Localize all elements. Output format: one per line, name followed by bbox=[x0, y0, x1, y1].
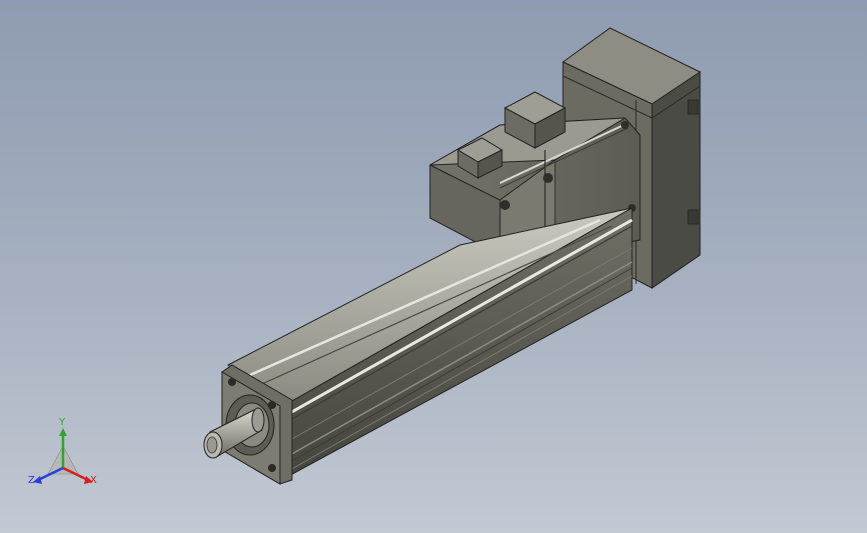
y-axis-label: Y bbox=[59, 417, 66, 428]
graphics-viewport[interactable]: Y X Z bbox=[0, 0, 867, 533]
z-axis-label: Z bbox=[28, 475, 35, 486]
x-axis-label: X bbox=[90, 475, 97, 486]
y-axis-head bbox=[59, 428, 67, 436]
triad-graphic bbox=[33, 428, 93, 484]
electric-actuator-model[interactable] bbox=[0, 0, 867, 533]
orientation-triad[interactable]: Y X Z bbox=[26, 418, 106, 498]
